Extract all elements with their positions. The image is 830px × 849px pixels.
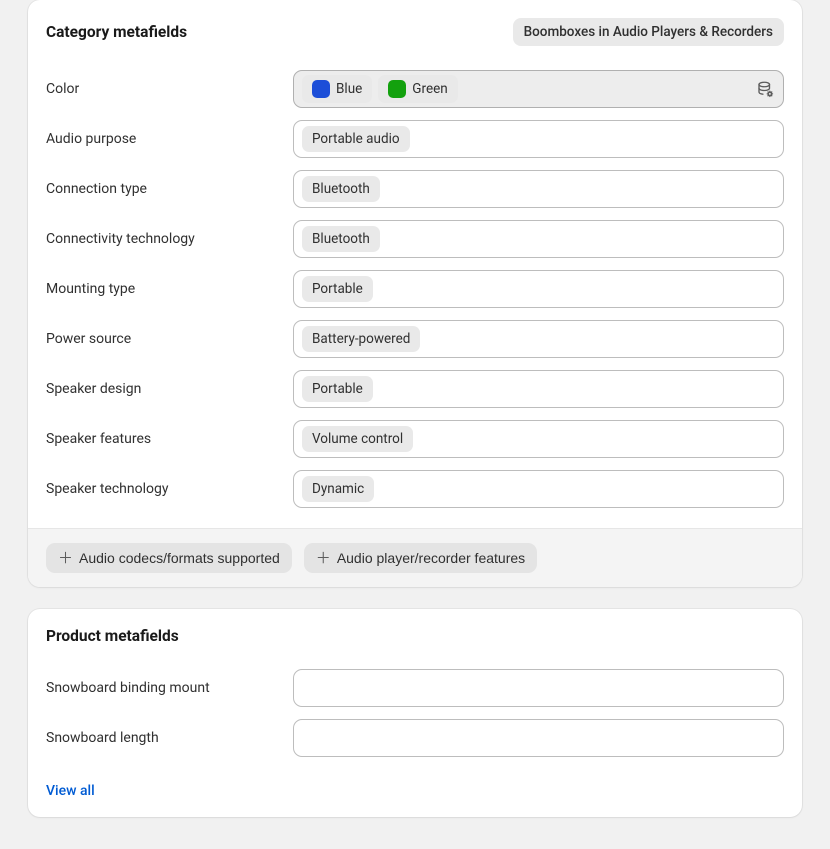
swatch-green-icon <box>388 80 406 98</box>
metafield-input-wrapper: Blue Green <box>293 70 784 108</box>
tag-label: Bluetooth <box>312 181 370 197</box>
metafield-field[interactable]: Battery-powered <box>293 320 784 358</box>
card-title: Category metafields <box>46 23 187 41</box>
metafield-field[interactable]: Bluetooth <box>293 220 784 258</box>
plus-icon: ＋ <box>58 551 73 566</box>
tag-green[interactable]: Green <box>378 75 457 103</box>
metafield-row-connectivity-technology: Connectivity technology Bluetooth <box>46 220 784 258</box>
metafield-row-power-source: Power source Battery-powered <box>46 320 784 358</box>
metafield-row-connection-type: Connection type Bluetooth <box>46 170 784 208</box>
tag-label: Portable <box>312 381 363 397</box>
metafield-rows: Color Blue Green <box>28 46 802 528</box>
add-audio-player-features-button[interactable]: ＋ Audio player/recorder features <box>304 543 537 573</box>
tag[interactable]: Portable <box>302 276 373 302</box>
metafield-field[interactable]: Portable <box>293 270 784 308</box>
metafield-field-color[interactable]: Blue Green <box>293 70 784 108</box>
metafield-label: Mounting type <box>46 281 293 297</box>
metafield-field[interactable]: Dynamic <box>293 470 784 508</box>
metafield-input-wrapper: Battery-powered <box>293 320 784 358</box>
tag-label: Blue <box>336 81 362 97</box>
metafield-label: Audio purpose <box>46 131 293 147</box>
metafield-field[interactable] <box>293 719 784 757</box>
metafield-row-speaker-technology: Speaker technology Dynamic <box>46 470 784 508</box>
metafield-field[interactable]: Portable <box>293 370 784 408</box>
data-manager-icon[interactable] <box>755 79 775 99</box>
tag[interactable]: Bluetooth <box>302 176 380 202</box>
metafield-label: Speaker technology <box>46 481 293 497</box>
metafield-field[interactable]: Bluetooth <box>293 170 784 208</box>
metafield-row-mounting-type: Mounting type Portable <box>46 270 784 308</box>
tag[interactable]: Volume control <box>302 426 413 452</box>
chip-label: Audio player/recorder features <box>337 550 525 566</box>
metafield-field[interactable] <box>293 669 784 707</box>
tag[interactable]: Portable audio <box>302 126 410 152</box>
card-header: Category metafields Boomboxes in Audio P… <box>28 0 802 46</box>
tag-label: Green <box>412 81 447 97</box>
metafield-input-wrapper: Portable <box>293 370 784 408</box>
tag-label: Volume control <box>312 431 403 447</box>
category-metafields-card: Category metafields Boomboxes in Audio P… <box>28 0 802 587</box>
metafield-input-wrapper <box>293 669 784 707</box>
tag-label: Portable audio <box>312 131 400 147</box>
plus-icon: ＋ <box>316 551 331 566</box>
tag-blue[interactable]: Blue <box>302 75 372 103</box>
swatch-blue-icon <box>312 80 330 98</box>
tag[interactable]: Dynamic <box>302 476 374 502</box>
metafield-row-audio-purpose: Audio purpose Portable audio <box>46 120 784 158</box>
card-title: Product metafields <box>46 627 179 645</box>
card-header: Product metafields <box>28 609 802 645</box>
metafield-row-speaker-design: Speaker design Portable <box>46 370 784 408</box>
tag-label: Battery-powered <box>312 331 410 347</box>
category-badge[interactable]: Boomboxes in Audio Players & Recorders <box>513 18 784 46</box>
metafield-row-speaker-features: Speaker features Volume control <box>46 420 784 458</box>
metafield-label: Power source <box>46 331 293 347</box>
tag-label: Portable <box>312 281 363 297</box>
metafield-label: Color <box>46 81 293 97</box>
product-metafields-card: Product metafields Snowboard binding mou… <box>28 609 802 817</box>
metafield-input-wrapper: Bluetooth <box>293 170 784 208</box>
metafield-input-wrapper: Portable <box>293 270 784 308</box>
metafield-label: Speaker features <box>46 431 293 447</box>
metafield-label: Connection type <box>46 181 293 197</box>
metafield-label: Connectivity technology <box>46 231 293 247</box>
metafield-field[interactable]: Volume control <box>293 420 784 458</box>
chip-label: Audio codecs/formats supported <box>79 550 280 566</box>
metafield-input-wrapper: Portable audio <box>293 120 784 158</box>
view-all-link[interactable]: View all <box>28 777 113 817</box>
add-audio-codecs-button[interactable]: ＋ Audio codecs/formats supported <box>46 543 292 573</box>
metafield-label: Snowboard length <box>46 730 293 746</box>
tag-label: Bluetooth <box>312 231 370 247</box>
metafield-input-wrapper: Volume control <box>293 420 784 458</box>
metafield-label: Snowboard binding mount <box>46 680 293 696</box>
metafield-row-color: Color Blue Green <box>46 70 784 108</box>
metafield-input-wrapper: Bluetooth <box>293 220 784 258</box>
tag[interactable]: Portable <box>302 376 373 402</box>
metafield-rows: Snowboard binding mount Snowboard length <box>28 645 802 777</box>
metafield-row-snowboard-binding-mount: Snowboard binding mount <box>46 669 784 707</box>
metafield-input-wrapper: Dynamic <box>293 470 784 508</box>
tag-label: Dynamic <box>312 481 364 497</box>
metafield-input-wrapper <box>293 719 784 757</box>
tag[interactable]: Bluetooth <box>302 226 380 252</box>
metafield-field[interactable]: Portable audio <box>293 120 784 158</box>
tag[interactable]: Battery-powered <box>302 326 420 352</box>
card-footer: ＋ Audio codecs/formats supported ＋ Audio… <box>28 528 802 587</box>
metafield-label: Speaker design <box>46 381 293 397</box>
metafield-row-snowboard-length: Snowboard length <box>46 719 784 757</box>
